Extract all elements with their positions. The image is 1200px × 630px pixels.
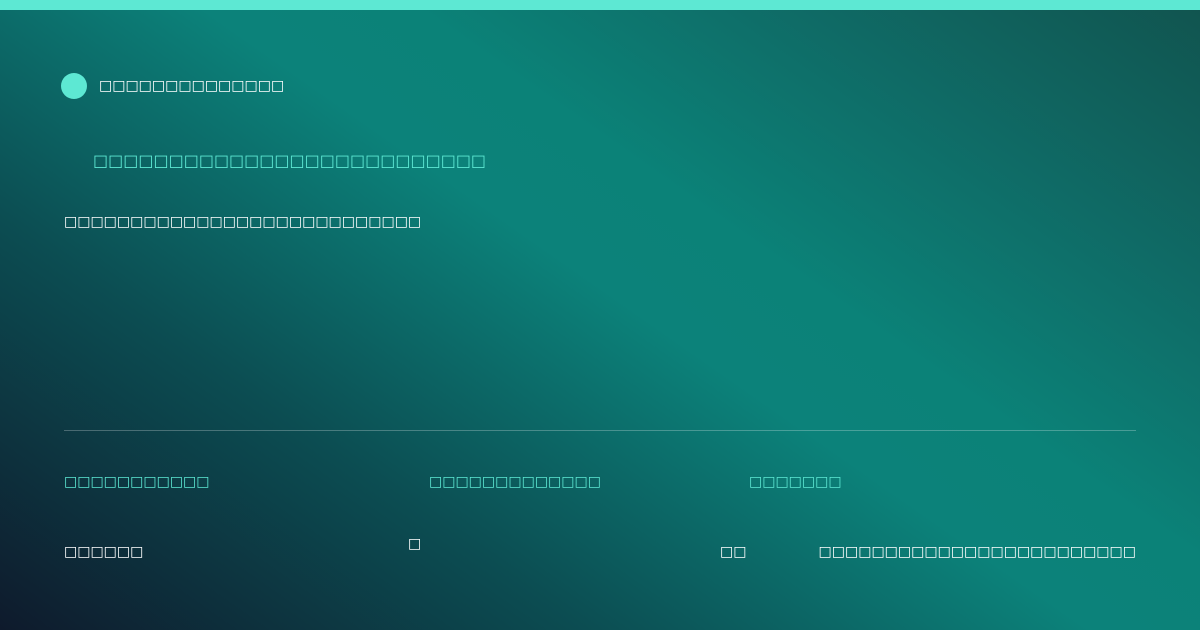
- accent-top-bar: [0, 0, 1200, 10]
- subtitle: □□□□□□□□□□□□□□□□□□□□□□□□□□: [93, 151, 487, 170]
- footer-note: □□□□□□□□□□□□□□□□□□□□□□□□: [818, 544, 1136, 560]
- stat-value-3: □□: [720, 544, 747, 560]
- og-card: □□□□□□□□□□□□□□ □□□□□□□□□□□□□□□□□□□□□□□□□…: [0, 0, 1200, 630]
- stat-value-1: □□□□□□: [64, 544, 144, 560]
- headline: □□□□□□□□□□□□□□□□□□□□□□□□□□□: [64, 214, 422, 230]
- brand: □□□□□□□□□□□□□□: [61, 73, 284, 99]
- stat-value-2: □: [408, 536, 422, 552]
- brand-name: □□□□□□□□□□□□□□: [99, 78, 285, 94]
- stat-label-2: □□□□□□□□□□□□□: [429, 474, 601, 490]
- brand-logo-icon: [61, 73, 87, 99]
- stat-label-1: □□□□□□□□□□□: [64, 474, 210, 490]
- stat-label-3: □□□□□□□: [749, 474, 842, 490]
- divider: [64, 430, 1136, 431]
